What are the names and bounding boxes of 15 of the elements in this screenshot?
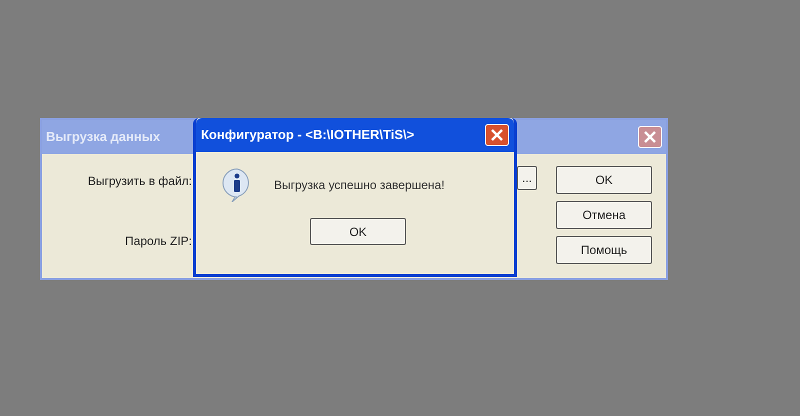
field-label: Пароль ZIP: [125, 233, 192, 250]
close-icon [491, 129, 503, 141]
dialog-button[interactable]: Помощь [556, 236, 652, 264]
window-title: Конфигуратор - <B:\IOTHER\TiS\> [201, 126, 414, 144]
field-label: Выгрузить в файл: [88, 173, 192, 190]
ok-button[interactable]: OK [310, 218, 406, 245]
dialog-button[interactable]: OK [556, 166, 652, 194]
close-button[interactable] [485, 124, 509, 146]
close-icon [644, 131, 656, 143]
browse-button[interactable]: ... [517, 166, 537, 190]
message-text: Выгрузка успешно завершена! [274, 177, 445, 194]
info-icon [222, 168, 252, 202]
close-button[interactable] [638, 126, 662, 148]
window-title: Выгрузка данных [46, 128, 160, 146]
dialog-button[interactable]: Отмена [556, 201, 652, 229]
